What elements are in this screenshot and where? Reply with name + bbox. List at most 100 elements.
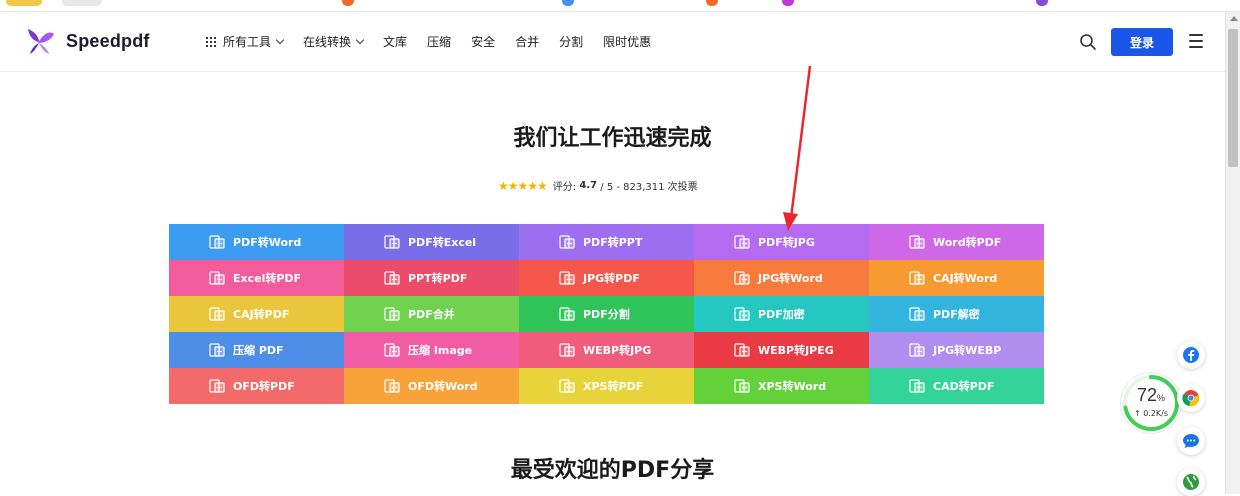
file-convert-icon	[909, 343, 925, 357]
tool-button-label: WEBP转JPEG	[758, 344, 834, 357]
nav-item-label: 在线转换	[303, 35, 352, 49]
bookmark-icon[interactable]	[706, 0, 718, 6]
bookmark-icon[interactable]	[1036, 0, 1048, 6]
tool-button[interactable]: OFD转Word	[344, 368, 519, 404]
tool-button[interactable]: Word转PDF	[869, 224, 1044, 260]
file-convert-icon	[909, 271, 925, 285]
tool-button-label: 压缩 PDF	[233, 344, 284, 357]
tool-button-label: PDF转JPG	[758, 236, 815, 249]
file-convert-icon	[734, 271, 750, 285]
tool-button-label: XPS转Word	[758, 380, 827, 393]
tool-button[interactable]: PDF加密	[694, 296, 869, 332]
nav-item-label: 文库	[383, 35, 408, 49]
grid-icon	[206, 36, 216, 47]
scrollbar-thumb[interactable]	[1228, 29, 1238, 167]
facebook-icon	[1183, 347, 1199, 363]
bookmark-icon[interactable]	[6, 0, 42, 6]
tool-button[interactable]: WEBP转JPG	[519, 332, 694, 368]
tool-button-label: PDF解密	[933, 308, 980, 321]
globe-icon	[1183, 474, 1199, 490]
nav-item-all-tools[interactable]: 所有工具	[206, 33, 285, 50]
file-convert-icon	[384, 271, 400, 285]
facebook-share-button[interactable]	[1177, 341, 1205, 369]
speed-percent: 72%	[1121, 385, 1181, 406]
network-speed-widget[interactable]: 72% ↑ 0.2K/s	[1121, 373, 1181, 433]
tool-button-label: Word转PDF	[933, 236, 1002, 249]
chrome-icon	[1182, 390, 1200, 407]
tool-button[interactable]: XPS转PDF	[519, 368, 694, 404]
tool-button[interactable]: PPT转PDF	[344, 260, 519, 296]
file-convert-icon	[734, 379, 750, 393]
nav-item-label: 合并	[515, 35, 540, 49]
tool-button[interactable]: PDF转Excel	[344, 224, 519, 260]
chat-button[interactable]	[1177, 427, 1205, 455]
hamburger-menu-icon[interactable]	[1189, 34, 1203, 48]
nav-item-compress[interactable]: 压缩	[427, 33, 451, 50]
tool-button[interactable]: PDF转JPG	[694, 224, 869, 260]
scroll-up-arrow-icon[interactable]	[1230, 16, 1238, 21]
tool-button-label: PDF加密	[758, 308, 805, 321]
bookmark-icon[interactable]	[62, 0, 102, 6]
chevron-down-icon	[355, 35, 365, 44]
page-scrollbar[interactable]	[1225, 12, 1240, 494]
chevron-down-icon	[275, 35, 285, 44]
nav-item-promo[interactable]: 限时优惠	[603, 33, 651, 50]
tool-button[interactable]: PDF分割	[519, 296, 694, 332]
nav-item-split[interactable]: 分割	[559, 33, 583, 50]
tool-button-label: OFD转Word	[408, 380, 478, 393]
site-header: Speedpdf 所有工具 在线转换 文库 压缩 安全 合并 分割 限时优惠 登…	[0, 12, 1225, 72]
globe-button[interactable]	[1177, 468, 1205, 496]
tool-button[interactable]: JPG转PDF	[519, 260, 694, 296]
search-icon[interactable]	[1079, 33, 1097, 51]
tool-button[interactable]: CAJ转PDF	[169, 296, 344, 332]
tool-button-label: CAJ转Word	[933, 272, 998, 285]
tool-button[interactable]: JPG转WEBP	[869, 332, 1044, 368]
file-convert-icon	[909, 379, 925, 393]
tool-button[interactable]: 压缩 PDF	[169, 332, 344, 368]
file-convert-icon	[559, 235, 575, 249]
bookmark-icon[interactable]	[782, 0, 794, 6]
tool-button[interactable]: PDF转Word	[169, 224, 344, 260]
tool-button-label: OFD转PDF	[233, 380, 295, 393]
tool-button-label: PDF转Excel	[408, 236, 477, 249]
file-convert-icon	[384, 379, 400, 393]
nav-item-merge[interactable]: 合并	[515, 33, 539, 50]
file-convert-icon	[209, 379, 225, 393]
file-convert-icon	[559, 271, 575, 285]
tool-button[interactable]: JPG转Word	[694, 260, 869, 296]
tool-button[interactable]: CAJ转Word	[869, 260, 1044, 296]
speed-rate: ↑ 0.2K/s	[1133, 409, 1169, 418]
tool-button[interactable]: Excel转PDF	[169, 260, 344, 296]
file-convert-icon	[559, 343, 575, 357]
hero-title: 我们让工作迅速完成	[513, 126, 712, 151]
tool-button[interactable]: PDF解密	[869, 296, 1044, 332]
login-button[interactable]: 登录	[1111, 28, 1173, 56]
tool-button[interactable]: WEBP转JPEG	[694, 332, 869, 368]
file-convert-icon	[384, 307, 400, 321]
tool-button[interactable]: PDF转PPT	[519, 224, 694, 260]
rating-value: 4.7	[579, 180, 598, 191]
nav-item-security[interactable]: 安全	[471, 33, 495, 50]
bookmark-icon[interactable]	[562, 0, 574, 6]
tool-button[interactable]: 压缩 Image	[344, 332, 519, 368]
tool-button-label: JPG转WEBP	[933, 344, 1002, 357]
bookmark-icon[interactable]	[342, 0, 354, 6]
tool-button[interactable]: OFD转PDF	[169, 368, 344, 404]
rating-votes: / 5 - 823,311 次投票	[600, 182, 698, 193]
speed-percent-unit: %	[1157, 393, 1166, 403]
tool-button-label: CAJ转PDF	[233, 308, 290, 321]
butterfly-logo-icon	[28, 29, 54, 54]
tool-button-label: WEBP转JPG	[583, 344, 652, 357]
tool-button-label: CAD转PDF	[933, 380, 995, 393]
tool-button[interactable]: CAD转PDF	[869, 368, 1044, 404]
tool-grid: PDF转Word PDF转Excel PDF转PPT PDF转JPG Word转PDF E…	[169, 224, 1044, 404]
nav-item-label: 限时优惠	[603, 35, 652, 49]
chrome-button[interactable]	[1177, 384, 1205, 412]
nav-item-online-convert[interactable]: 在线转换	[303, 33, 365, 50]
tool-button[interactable]: XPS转Word	[694, 368, 869, 404]
tool-button[interactable]: PDF合并	[344, 296, 519, 332]
site-logo[interactable]: Speedpdf	[24, 26, 150, 56]
file-convert-icon	[209, 307, 225, 321]
file-convert-icon	[559, 379, 575, 393]
nav-item-library[interactable]: 文库	[383, 33, 407, 50]
